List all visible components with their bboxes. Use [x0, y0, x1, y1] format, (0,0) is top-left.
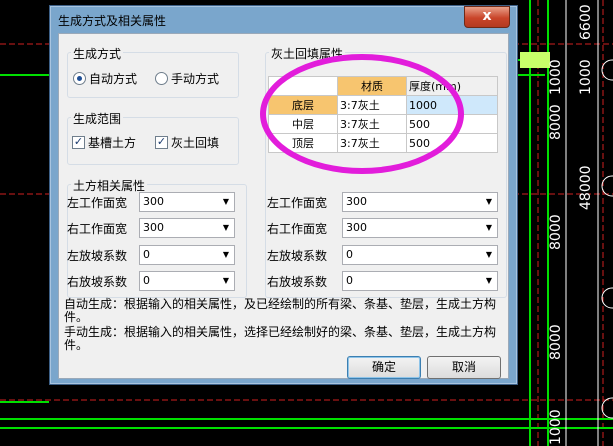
- earth-props-label: 土方相关属性: [71, 177, 148, 194]
- combo-value: 300: [346, 221, 367, 234]
- combo-value: 0: [143, 274, 150, 287]
- lime-prop-combo[interactable]: 300 ▼: [342, 192, 498, 212]
- title-bar[interactable]: 生成方式及相关属性 x: [50, 6, 517, 32]
- cad-dim-2: 1000: [578, 59, 594, 95]
- chevron-down-icon[interactable]: ▼: [481, 193, 497, 211]
- lime-prop-combo[interactable]: 0 ▼: [342, 271, 498, 291]
- chevron-down-icon[interactable]: ▼: [481, 246, 497, 264]
- earth-prop-combo[interactable]: 0 ▼: [139, 271, 235, 291]
- cad-dim-4: 48000: [578, 165, 594, 210]
- earth-prop-combo[interactable]: 0 ▼: [139, 245, 235, 265]
- combo-value: 300: [346, 195, 367, 208]
- cad-dim-3: 1000: [548, 59, 564, 95]
- lime-prop-label: 右工作面宽: [267, 222, 328, 236]
- lime-prop-label: 左工作面宽: [267, 196, 328, 210]
- cad-dim-1: 6600: [578, 4, 594, 40]
- cad-dim-6: 8000: [548, 104, 564, 140]
- cad-dim-8: 1000: [548, 409, 564, 445]
- manual-note: 手动生成：根据输入的相关属性，选择已经绘制好的梁、条基、垫层，生成土方构件。: [64, 325, 497, 352]
- combo-value: 0: [346, 274, 353, 287]
- manual-radio-label[interactable]: 手动方式: [171, 70, 219, 87]
- earth-prop-label: 左放坡系数: [67, 249, 128, 263]
- chevron-down-icon[interactable]: ▼: [481, 219, 497, 237]
- properties-dialog: 生成方式及相关属性 x 生成方式 自动方式 手动方式 生成范围 ✓ 基槽土方 ✓…: [49, 5, 518, 385]
- chevron-down-icon[interactable]: ▼: [218, 246, 234, 264]
- lime-prop-combo[interactable]: 300 ▼: [342, 218, 498, 238]
- combo-value: 300: [143, 195, 164, 208]
- ok-button[interactable]: 确定: [347, 356, 421, 379]
- chevron-down-icon[interactable]: ▼: [218, 219, 234, 237]
- dialog-title: 生成方式及相关属性: [58, 14, 167, 28]
- combo-value: 0: [346, 248, 353, 261]
- lime-prop-label: 右放坡系数: [267, 275, 328, 289]
- gen-scope-label: 生成范围: [71, 110, 124, 127]
- foundation-checkbox-label[interactable]: 基槽土方: [88, 134, 136, 151]
- combo-value: 300: [143, 221, 164, 234]
- chevron-down-icon[interactable]: ▼: [218, 272, 234, 290]
- combo-value: 0: [143, 248, 150, 261]
- auto-radio-label[interactable]: 自动方式: [89, 70, 137, 87]
- lime-prop-label: 左放坡系数: [267, 249, 328, 263]
- earth-prop-label: 右放坡系数: [67, 275, 128, 289]
- auto-note: 自动生成：根据输入的相关属性，及已经绘制的所有梁、条基、垫层，生成土方构件。: [64, 297, 497, 324]
- auto-radio[interactable]: [73, 72, 86, 85]
- cad-dim-7: 8000: [548, 324, 564, 360]
- earth-prop-combo[interactable]: 300 ▼: [139, 192, 235, 212]
- earth-prop-combo[interactable]: 300 ▼: [139, 218, 235, 238]
- foundation-checkbox[interactable]: ✓: [72, 136, 85, 149]
- chevron-down-icon[interactable]: ▼: [218, 193, 234, 211]
- chevron-down-icon[interactable]: ▼: [481, 272, 497, 290]
- earth-prop-label: 左工作面宽: [67, 196, 128, 210]
- cad-dim-5: 8000: [548, 214, 564, 250]
- manual-radio[interactable]: [155, 72, 168, 85]
- lime-checkbox[interactable]: ✓: [155, 136, 168, 149]
- close-button[interactable]: x: [464, 6, 510, 28]
- cancel-button[interactable]: 取消: [427, 356, 501, 379]
- gen-method-label: 生成方式: [71, 45, 124, 62]
- highlight-ellipse: [260, 54, 464, 174]
- earth-prop-label: 右工作面宽: [67, 222, 128, 236]
- lime-prop-combo[interactable]: 0 ▼: [342, 245, 498, 265]
- lime-checkbox-label[interactable]: 灰土回填: [171, 134, 219, 151]
